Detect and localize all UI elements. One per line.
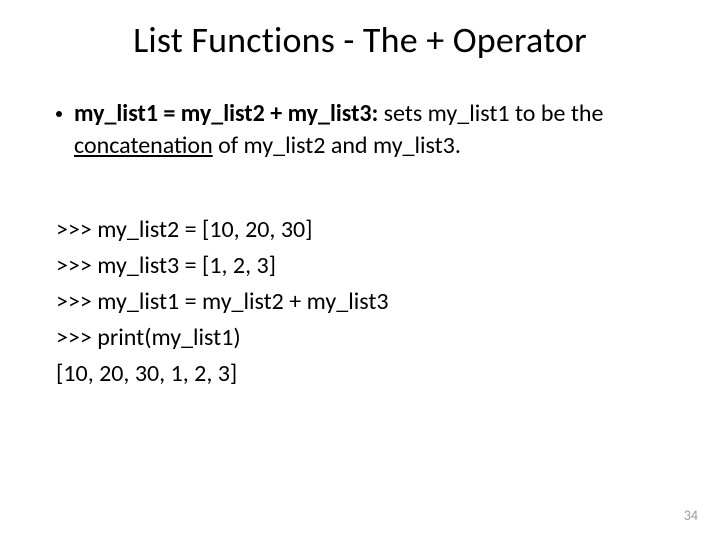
bullet-underline: concatenation — [74, 131, 213, 160]
code-line: >>> my_list1 = my_list2 + my_list3 — [56, 284, 664, 320]
code-line: [10, 20, 30, 1, 2, 3] — [56, 356, 664, 392]
bullet-post-underline: of my_list2 and my_list3. — [213, 131, 461, 160]
slide-title: List Functions - The + Operator — [0, 18, 720, 62]
slide: List Functions - The + Operator my_list1… — [0, 0, 720, 540]
code-line: >>> my_list2 = [10, 20, 30] — [56, 212, 664, 248]
bullet-dot-icon — [56, 111, 62, 117]
code-block: >>> my_list2 = [10, 20, 30] >>> my_list3… — [56, 212, 664, 392]
bullet-bold: my_list1 = my_list2 + my_list3: — [74, 99, 378, 128]
bullet-item: my_list1 = my_list2 + my_list3: sets my_… — [56, 98, 664, 163]
bullet-pre-underline: sets my_list1 to be the — [378, 99, 603, 128]
bullet-block: my_list1 = my_list2 + my_list3: sets my_… — [56, 98, 664, 163]
page-number: 34 — [684, 507, 698, 524]
code-line: >>> my_list3 = [1, 2, 3] — [56, 248, 664, 284]
code-line: >>> print(my_list1) — [56, 320, 664, 356]
bullet-text: my_list1 = my_list2 + my_list3: sets my_… — [74, 98, 664, 163]
